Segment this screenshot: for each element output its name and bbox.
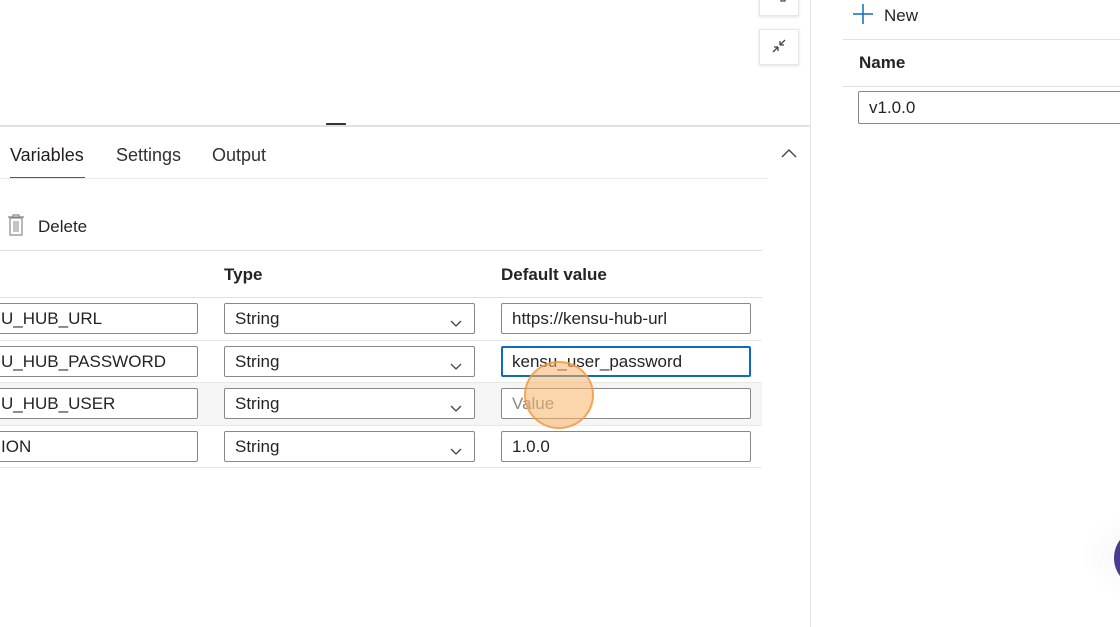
tab-bar: Variables Settings Output: [0, 127, 810, 179]
variable-name-input[interactable]: ION: [0, 431, 198, 462]
chevron-down-icon: [450, 398, 462, 418]
divider: [0, 178, 768, 179]
delete-label: Delete: [38, 217, 88, 236]
new-label: New: [884, 6, 919, 25]
table-row: U_HUB_USER String Value: [0, 383, 762, 425]
table-row: U_HUB_PASSWORD String kensu_user_passwor…: [0, 341, 762, 383]
divider: [843, 39, 1120, 40]
divider: [0, 467, 762, 468]
chevron-down-icon: [450, 313, 462, 333]
version-name-input[interactable]: v1.0.0: [858, 91, 1120, 124]
variable-name-input[interactable]: U_HUB_PASSWORD: [0, 346, 198, 377]
fit-to-screen-button[interactable]: [759, 0, 799, 16]
variable-name-input[interactable]: U_HUB_USER: [0, 388, 198, 419]
expand-icon: [771, 0, 787, 6]
default-value-input[interactable]: https://kensu-hub-url: [501, 303, 751, 334]
collapse-view-button[interactable]: [759, 29, 799, 65]
chevron-up-icon: [781, 145, 797, 163]
tab-variables[interactable]: Variables: [10, 145, 84, 166]
collapse-panel-button[interactable]: [778, 143, 800, 165]
variable-name-input[interactable]: U_HUB_URL: [0, 303, 198, 334]
variable-type-select[interactable]: String: [224, 346, 475, 377]
delete-button[interactable]: Delete: [6, 213, 87, 241]
column-header-type: Type: [224, 265, 263, 284]
variable-type-select[interactable]: String: [224, 431, 475, 462]
tab-output[interactable]: Output: [212, 145, 266, 166]
divider: [843, 86, 1120, 87]
chevron-down-icon: [450, 356, 462, 376]
default-value-input[interactable]: Value: [501, 388, 751, 419]
default-value-input[interactable]: kensu_user_password: [501, 346, 751, 377]
plus-icon: [852, 3, 874, 30]
tab-settings[interactable]: Settings: [116, 145, 181, 166]
collapse-icon: [770, 37, 788, 58]
variable-type-select[interactable]: String: [224, 303, 475, 334]
pipeline-canvas[interactable]: [0, 0, 810, 124]
table-row: ION String 1.0.0: [0, 426, 762, 468]
new-button[interactable]: New: [852, 3, 919, 30]
table-row: U_HUB_URL String https://kensu-hub-url: [0, 298, 762, 340]
column-header-name: Name: [859, 53, 906, 72]
trash-icon: [6, 213, 26, 242]
default-value-input[interactable]: 1.0.0: [501, 431, 751, 462]
column-header-default-value: Default value: [501, 265, 607, 284]
chevron-down-icon: [450, 441, 462, 461]
divider: [0, 250, 762, 251]
variable-type-select[interactable]: String: [224, 388, 475, 419]
